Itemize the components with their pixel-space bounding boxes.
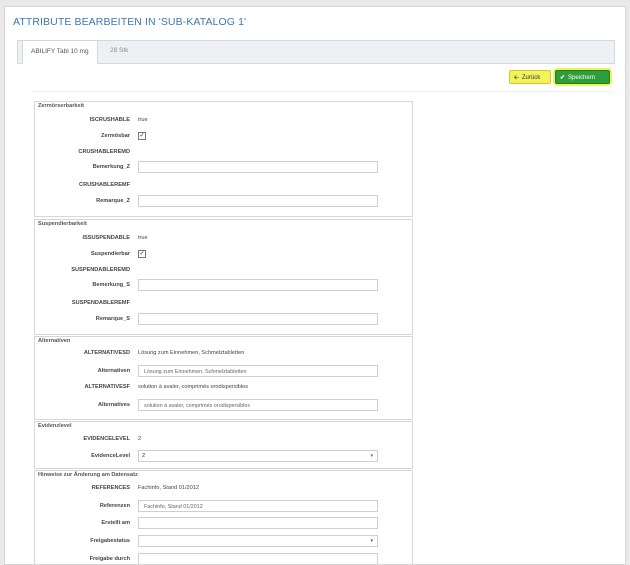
field-label: SUSPENDABLEREMF — [71, 300, 130, 306]
row-suspendierbar: Suspendierbar ✓ — [35, 248, 412, 260]
field-value: true — [138, 235, 148, 241]
fieldset-legend: Alternativen — [38, 338, 71, 344]
field-value: solution à avaler, comprimés orodispersi… — [138, 384, 249, 390]
chevron-down-icon: ▾ — [370, 453, 373, 459]
tab-package[interactable]: 28 Stk — [102, 40, 136, 62]
remarque-s-input[interactable] — [138, 313, 378, 325]
fieldset-alternativen: Alternativen ALTERNATIVESD Lösung zum Ei… — [34, 336, 413, 420]
field-label: Zermösbar — [101, 133, 130, 139]
bemerkung-z-input[interactable] — [138, 161, 378, 173]
fieldset-evidenzlevel: Evidenzlevel EVIDENCELEVEL 2 EvidenceLev… — [34, 421, 413, 469]
field-label: Referenzen — [99, 503, 130, 509]
tab-product[interactable]: ABILIFY Tabl 10 mg — [22, 40, 98, 64]
row-iscrushable: ISCRUSHABLE true — [35, 114, 412, 126]
field-label: Bemerkung_Z — [92, 164, 130, 170]
divider — [31, 91, 611, 92]
row-remarque-s: Remarque_S — [35, 313, 412, 325]
fieldset-legend: Hinweise zur Änderung am Datensatz — [38, 472, 138, 478]
row-issuspendable: ISSUSPENDABLE true — [35, 232, 412, 244]
page-title: ATTRIBUTE BEARBEITEN IN 'SUB-KATALOG 1' — [13, 16, 247, 28]
field-label: Remarque_S — [95, 316, 130, 322]
row-crushableremd: CRUSHABLEREMD — [35, 146, 412, 158]
freigabestatus-select[interactable]: ▾ — [138, 535, 378, 547]
row-evidencelevel-select: EvidenceLevel 2 ▾ — [35, 450, 412, 462]
field-value: true — [138, 117, 148, 123]
save-button-label: Speichern — [568, 75, 596, 81]
row-alternatives: Alternatives solution à avaler, comprimé… — [35, 399, 412, 411]
chevron-down-icon: ▾ — [370, 538, 373, 544]
field-label: ISCRUSHABLE — [89, 117, 130, 123]
alternativen-input[interactable]: Lösung zum Einnehmen, Schmelztabletten — [138, 365, 378, 377]
evidencelevel-select[interactable]: 2 ▾ — [138, 450, 378, 462]
back-button[interactable]: 🡠 Zurück — [509, 70, 551, 84]
row-zermoesbar: Zermösbar ✓ — [35, 130, 412, 142]
alternatives-input[interactable]: solution à avaler, comprimés orodispersi… — [138, 399, 378, 411]
row-references: REFERENCES Fachinfo, Stand 01/2012 — [35, 482, 412, 494]
field-label: Alternativen — [97, 368, 130, 374]
row-crushableremf: CRUSHABLEREMF — [35, 179, 412, 191]
field-label: EVIDENCELEVEL — [83, 436, 130, 442]
field-label: Freigabestatus — [90, 538, 130, 544]
fieldset-hinweise: Hinweise zur Änderung am Datensatz REFER… — [34, 470, 413, 564]
fieldset-legend: Zermörserbarkeit — [38, 103, 85, 109]
row-evidencelevel: EVIDENCELEVEL 2 — [35, 433, 412, 445]
fieldset-legend: Suspendierbarkeit — [38, 221, 87, 227]
field-label: Bemerkung_S — [92, 282, 130, 288]
suspendierbar-checkbox[interactable]: ✓ — [138, 250, 146, 258]
field-label: ALTERNATIVESF — [84, 384, 130, 390]
field-label: REFERENCES — [91, 485, 130, 491]
field-label: CRUSHABLEREMF — [79, 182, 130, 188]
field-label: CRUSHABLEREMD — [78, 149, 130, 155]
row-remarque-z: Remarque_Z — [35, 195, 412, 207]
field-label: Freigabe durch — [89, 556, 130, 562]
save-button[interactable]: ✔ Speichern — [555, 70, 610, 84]
row-bemerkung-z: Bemerkung_Z — [35, 161, 412, 173]
referenzen-input[interactable]: Fachinfo, Stand 01/2012 — [138, 500, 378, 512]
row-freigabe-durch: Freigabe durch — [35, 553, 412, 564]
select-value: 2 — [142, 453, 146, 459]
field-label: EvidenceLevel — [91, 453, 130, 459]
field-label: ISSUSPENDABLE — [82, 235, 130, 241]
field-label: Alternatives — [97, 402, 130, 408]
row-alternativesf: ALTERNATIVESF solution à avaler, comprim… — [35, 381, 412, 393]
row-suspendableremf: SUSPENDABLEREMF — [35, 297, 412, 309]
field-label: Suspendierbar — [90, 251, 130, 257]
field-value: Lösung zum Einnehmen, Schmelztabletten — [138, 350, 245, 356]
zermoesbar-checkbox[interactable]: ✓ — [138, 132, 146, 140]
field-label: Erstellt am — [101, 520, 130, 526]
bemerkung-s-input[interactable] — [138, 279, 378, 291]
row-suspendableremd: SUSPENDABLEREMD — [35, 264, 412, 276]
tab-bar: ABILIFY Tabl 10 mg 28 Stk — [17, 40, 615, 64]
fieldset-legend: Evidenzlevel — [38, 423, 72, 429]
row-erstellt-am: Erstellt am — [35, 517, 412, 529]
erstellt-am-input[interactable] — [138, 517, 378, 529]
remarque-z-input[interactable] — [138, 195, 378, 207]
fieldset-suspendierbarkeit: Suspendierbarkeit ISSUSPENDABLE true Sus… — [34, 219, 413, 335]
row-freigabestatus: Freigabestatus ▾ — [35, 535, 412, 547]
freigabe-durch-input[interactable] — [138, 553, 378, 564]
arrow-left-icon: 🡠 — [514, 75, 519, 81]
field-label: Remarque_Z — [96, 198, 130, 204]
dialog-window: ATTRIBUTE BEARBEITEN IN 'SUB-KATALOG 1' … — [4, 6, 626, 565]
row-alternativen: Alternativen Lösung zum Einnehmen, Schme… — [35, 365, 412, 377]
back-button-label: Zurück — [521, 75, 541, 81]
field-value: 2 — [138, 436, 142, 442]
row-bemerkung-s: Bemerkung_S — [35, 279, 412, 291]
field-value: Fachinfo, Stand 01/2012 — [138, 485, 199, 491]
row-referenzen: Referenzen Fachinfo, Stand 01/2012 — [35, 500, 412, 512]
fieldset-zermoerserbarkeit: Zermörserbarkeit ISCRUSHABLE true Zermös… — [34, 101, 413, 217]
check-icon: ✔ — [560, 75, 566, 81]
field-label: ALTERNATIVESD — [83, 350, 130, 356]
field-label: SUSPENDABLEREMD — [71, 267, 130, 273]
row-alternativesd: ALTERNATIVESD Lösung zum Einnehmen, Schm… — [35, 347, 412, 359]
